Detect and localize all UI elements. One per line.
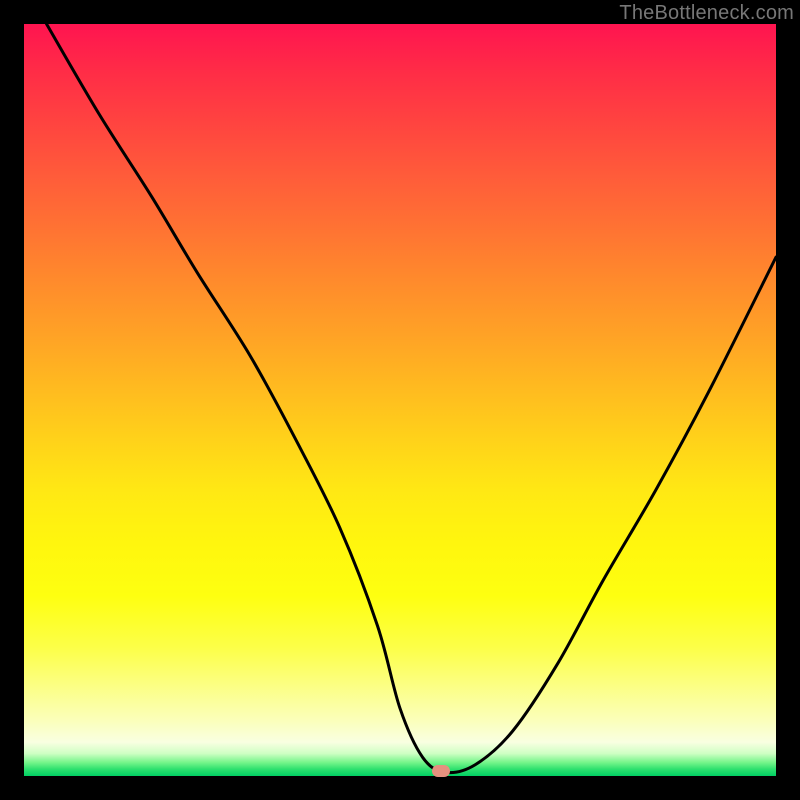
chart-frame: TheBottleneck.com [0, 0, 800, 800]
watermark-text: TheBottleneck.com [619, 2, 794, 25]
plot-area [24, 24, 776, 776]
